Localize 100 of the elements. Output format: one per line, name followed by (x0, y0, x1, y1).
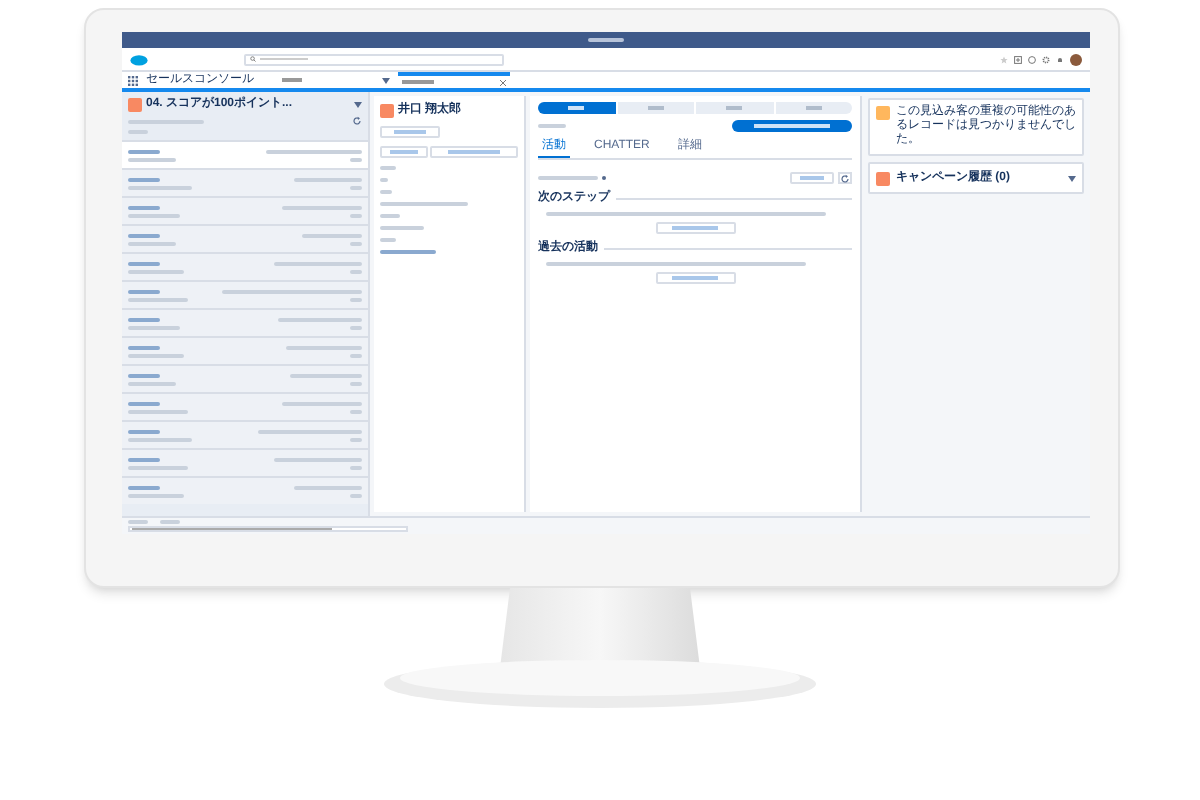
text-placeholder-line (128, 401, 160, 405)
text-placeholder-line (350, 157, 362, 161)
text-placeholder-line (380, 214, 400, 218)
path-stage[interactable] (617, 102, 694, 114)
text-placeholder-line (128, 149, 160, 153)
text-placeholder-line (128, 213, 180, 217)
text-placeholder-line (282, 205, 362, 209)
object-menu[interactable] (282, 74, 390, 86)
list-item[interactable] (122, 140, 368, 168)
text-placeholder-line (588, 38, 624, 42)
text-placeholder-line (128, 457, 160, 461)
caret-icon[interactable] (382, 77, 390, 83)
text-placeholder-line (128, 465, 188, 469)
text-placeholder-line (128, 269, 184, 273)
text-placeholder-line (128, 261, 160, 265)
refresh-icon[interactable] (840, 173, 850, 183)
text-placeholder-line (350, 213, 362, 217)
text-placeholder-line (380, 250, 436, 254)
text-placeholder-line (128, 177, 160, 181)
text-placeholder-line (128, 429, 160, 433)
text-placeholder-line (128, 317, 160, 321)
list-item[interactable] (122, 364, 368, 392)
list-item[interactable] (122, 392, 368, 420)
avatar[interactable] (1070, 53, 1082, 65)
text-placeholder-line (128, 205, 160, 209)
text-placeholder-line (350, 409, 362, 413)
list-icon (128, 97, 142, 111)
campaign-icon (876, 171, 890, 185)
text-placeholder-line (222, 289, 362, 293)
text-placeholder-line (380, 166, 396, 170)
text-placeholder-line (128, 373, 160, 377)
path-stage[interactable] (696, 102, 773, 114)
text-placeholder-line (128, 485, 160, 489)
text-placeholder-line (128, 241, 176, 245)
text-placeholder-line (128, 345, 160, 349)
text-placeholder-line (290, 373, 362, 377)
text-placeholder-line (380, 238, 396, 242)
text-placeholder-line (278, 317, 362, 321)
text-placeholder-line (302, 233, 362, 237)
text-placeholder-line (350, 493, 362, 497)
text-placeholder-line (350, 325, 362, 329)
record-icon (380, 103, 394, 117)
list-item[interactable] (122, 252, 368, 280)
mark-complete-button[interactable] (732, 120, 852, 132)
text-placeholder-line (380, 202, 468, 206)
text-placeholder-line (538, 176, 598, 180)
button-placeholder[interactable] (430, 146, 518, 158)
text-placeholder-line (266, 149, 362, 153)
text-placeholder-line (128, 437, 192, 441)
text-placeholder-line (282, 401, 362, 405)
text-placeholder-line (350, 241, 362, 245)
text-placeholder-line (128, 325, 180, 329)
button-placeholder[interactable] (380, 126, 440, 138)
text-placeholder-line (350, 353, 362, 357)
list-item[interactable] (122, 476, 368, 504)
bell-icon[interactable] (1056, 55, 1064, 63)
text-placeholder-line (294, 177, 362, 181)
text-placeholder-line (350, 297, 362, 301)
list-item[interactable] (122, 308, 368, 336)
search-field[interactable] (244, 53, 504, 65)
text-placeholder-line (286, 345, 362, 349)
text-placeholder-line (128, 157, 176, 161)
text-placeholder-line (258, 429, 362, 433)
button-placeholder[interactable] (380, 146, 428, 158)
text-placeholder-line (128, 297, 188, 301)
button-placeholder[interactable] (655, 272, 735, 284)
settings-icon[interactable] (1042, 55, 1050, 63)
app-launcher-icon[interactable] (128, 75, 138, 85)
list-item[interactable] (122, 420, 368, 448)
close-icon[interactable] (500, 79, 506, 85)
text-placeholder-line (380, 178, 388, 182)
list-item[interactable] (122, 280, 368, 308)
refresh-icon[interactable] (352, 116, 362, 126)
list-item[interactable] (122, 448, 368, 476)
text-placeholder-line (380, 190, 392, 194)
text-placeholder-line (380, 226, 424, 230)
text-placeholder-line (128, 409, 188, 413)
plus-icon[interactable] (1014, 55, 1022, 63)
text-placeholder-line (350, 465, 362, 469)
text-placeholder-line (350, 381, 362, 385)
notice-icon (876, 106, 890, 120)
text-placeholder-line (350, 185, 362, 189)
button-placeholder[interactable] (655, 222, 735, 234)
path-stage[interactable] (775, 102, 852, 114)
text-placeholder-line (128, 185, 192, 189)
text-placeholder-line (350, 269, 362, 273)
caret-icon[interactable] (354, 101, 362, 107)
list-item[interactable] (122, 336, 368, 364)
text-placeholder-line (128, 493, 184, 497)
caret-icon[interactable] (1068, 175, 1076, 181)
text-placeholder-line (274, 457, 362, 461)
list-item[interactable] (122, 224, 368, 252)
text-placeholder-line (274, 261, 362, 265)
text-placeholder-line (350, 437, 362, 441)
list-item[interactable] (122, 168, 368, 196)
cloud-logo-icon (130, 53, 148, 65)
path-stage[interactable] (538, 102, 615, 114)
record-tab[interactable] (398, 72, 510, 88)
star-icon[interactable] (1000, 55, 1008, 63)
list-item[interactable] (122, 196, 368, 224)
